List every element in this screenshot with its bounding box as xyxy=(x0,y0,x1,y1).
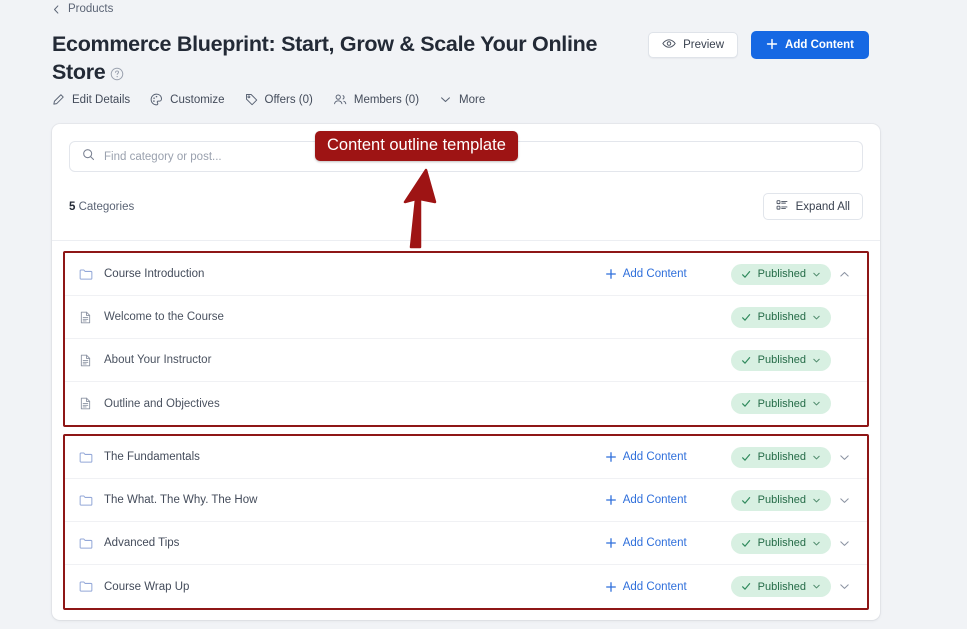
document-icon xyxy=(79,397,94,410)
tab-edit-details[interactable]: Edit Details xyxy=(52,93,130,106)
add-content-link[interactable]: Add Content xyxy=(605,268,687,280)
pencil-icon xyxy=(52,93,65,106)
add-content-link[interactable]: Add Content xyxy=(605,537,687,549)
folder-icon xyxy=(79,537,94,550)
folder-icon xyxy=(79,580,94,593)
category-row[interactable]: The Fundamentals Add Content Published xyxy=(65,436,867,479)
add-content-link[interactable]: Add Content xyxy=(605,494,687,506)
status-badge-label: Published xyxy=(757,311,806,323)
content-item-row[interactable]: Welcome to the Course Published xyxy=(65,296,867,339)
status-badge[interactable]: Published xyxy=(730,349,831,371)
status-badge-label: Published xyxy=(757,354,806,366)
tab-label: More xyxy=(459,93,486,106)
content-item-row[interactable]: Outline and Objectives Published xyxy=(65,382,867,425)
eye-icon xyxy=(662,38,676,52)
tab-members[interactable]: Members (0) xyxy=(333,93,419,106)
page-title-wrap: Ecommerce Blueprint: Start, Grow & Scale… xyxy=(52,30,652,87)
tab-label: Offers (0) xyxy=(264,93,313,106)
expand-category-chevron[interactable] xyxy=(831,452,857,463)
breadcrumb-label: Products xyxy=(68,3,114,15)
search-icon xyxy=(82,148,95,166)
category-row[interactable]: Course Wrap Up Add Content Published xyxy=(65,565,867,608)
folder-icon xyxy=(79,451,94,464)
status-badge-label: Published xyxy=(757,537,806,549)
content-item-title: About Your Instructor xyxy=(104,354,212,366)
tab-label: Edit Details xyxy=(72,93,131,106)
status-badge[interactable]: Published xyxy=(730,576,831,597)
preview-label: Preview xyxy=(683,39,725,51)
status-badge-label: Published xyxy=(757,580,806,593)
outline-group-collapsed: The Fundamentals Add Content Published T… xyxy=(63,434,869,610)
chevron-down-icon xyxy=(439,93,452,106)
page-title: Ecommerce Blueprint: Start, Grow & Scale… xyxy=(52,32,598,85)
page-root: Products Ecommerce Blueprint: Start, Gro… xyxy=(0,0,967,629)
header-actions: Preview Add Content xyxy=(648,31,869,59)
tag-icon xyxy=(245,93,258,106)
plus-icon xyxy=(766,38,778,53)
status-badge[interactable]: Published xyxy=(730,446,831,468)
category-title: The What. The Why. The How xyxy=(104,494,258,506)
category-title: Advanced Tips xyxy=(104,537,180,549)
question-circle-icon[interactable] xyxy=(110,60,124,81)
add-content-link-label: Add Content xyxy=(622,268,687,280)
status-badge[interactable]: Published xyxy=(730,489,831,511)
folder-icon xyxy=(79,268,94,281)
category-title: Course Introduction xyxy=(104,268,205,280)
expand-all-label: Expand All xyxy=(795,200,850,213)
tab-customize[interactable]: Customize xyxy=(150,93,225,106)
collapse-category-chevron[interactable] xyxy=(831,269,857,280)
add-content-link[interactable]: Add Content xyxy=(605,451,687,463)
add-content-link-label: Add Content xyxy=(622,537,687,549)
tab-offers[interactable]: Offers (0) xyxy=(245,93,313,106)
people-icon xyxy=(333,93,347,106)
status-badge[interactable]: Published xyxy=(730,306,831,328)
tab-bar: Edit Details Customize Offers (0) Member… xyxy=(52,93,485,106)
annotation-label: Content outline template xyxy=(315,131,518,161)
status-badge-label: Published xyxy=(757,268,806,280)
add-content-link-label: Add Content xyxy=(622,451,687,463)
add-content-link[interactable]: Add Content xyxy=(605,581,687,593)
category-count: 5 Categories xyxy=(69,201,134,213)
tab-label: Customize xyxy=(170,93,225,106)
tab-label: Members (0) xyxy=(353,93,420,106)
outline-group-expanded: Course Introduction Add Content Publishe… xyxy=(63,251,869,427)
content-item-title: Outline and Objectives xyxy=(104,397,220,410)
category-row[interactable]: The What. The Why. The How Add Content P… xyxy=(65,479,867,522)
content-item-title: Welcome to the Course xyxy=(104,311,224,323)
list-icon xyxy=(776,199,788,214)
category-title: The Fundamentals xyxy=(104,451,200,463)
breadcrumb[interactable]: Products xyxy=(52,3,113,15)
category-row[interactable]: Course Introduction Add Content Publishe… xyxy=(65,253,867,296)
status-badge-label: Published xyxy=(757,451,806,463)
category-title: Course Wrap Up xyxy=(104,580,190,593)
document-icon xyxy=(79,311,94,324)
chevron-left-icon xyxy=(52,4,61,14)
add-content-label: Add Content xyxy=(785,39,854,51)
palette-icon xyxy=(150,93,163,106)
expand-category-chevron[interactable] xyxy=(831,495,857,506)
outline-toolbar: 5 Categories Expand All xyxy=(52,172,880,240)
status-badge-label: Published xyxy=(757,397,806,410)
add-content-button[interactable]: Add Content xyxy=(751,31,869,59)
status-badge[interactable]: Published xyxy=(730,393,831,414)
expand-category-chevron[interactable] xyxy=(831,581,857,592)
status-badge[interactable]: Published xyxy=(730,532,831,554)
content-item-row[interactable]: About Your Instructor Published xyxy=(65,339,867,382)
content-outline-card: 5 Categories Expand All Course Introduct… xyxy=(52,124,880,620)
outline-groups: Course Introduction Add Content Publishe… xyxy=(52,241,880,610)
status-badge[interactable]: Published xyxy=(730,263,831,285)
category-count-label: Categories xyxy=(75,200,135,213)
add-content-link-label: Add Content xyxy=(622,494,687,506)
expand-category-chevron[interactable] xyxy=(831,538,857,549)
add-content-link-label: Add Content xyxy=(622,580,687,593)
expand-all-button[interactable]: Expand All xyxy=(762,193,863,220)
folder-icon xyxy=(79,494,94,507)
preview-button[interactable]: Preview xyxy=(648,32,739,58)
status-badge-label: Published xyxy=(757,494,806,506)
tab-more[interactable]: More xyxy=(439,93,485,106)
category-row[interactable]: Advanced Tips Add Content Published xyxy=(65,522,867,565)
document-icon xyxy=(79,354,94,367)
